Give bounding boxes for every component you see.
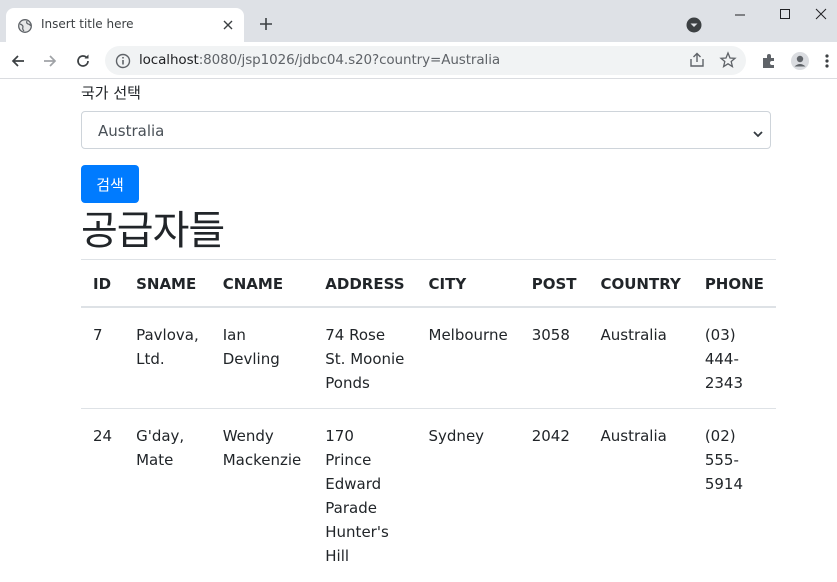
info-icon[interactable]: [115, 53, 131, 69]
bookmark-star-icon[interactable]: [719, 51, 737, 69]
cell-sname: G'day, Mate: [124, 408, 211, 581]
column-header-cname: CNAME: [210, 259, 314, 308]
kebab-menu-icon[interactable]: [823, 51, 837, 71]
column-header-country: COUNTRY: [588, 259, 693, 308]
minimize-icon[interactable]: [727, 6, 753, 26]
cell-id: 24: [81, 408, 125, 581]
cell-address: 74 Rose St. Moonie Ponds: [313, 306, 417, 409]
column-header-post: POST: [519, 259, 589, 308]
cell-city: Sydney: [416, 408, 520, 581]
url-host: localhost: [139, 52, 199, 68]
cell-cname: Ian Devling: [210, 306, 314, 409]
cell-id: 7: [81, 306, 125, 409]
page-title: 공급자들: [81, 208, 225, 254]
forward-arrow-icon[interactable]: [39, 50, 61, 72]
extensions-puzzle-icon[interactable]: [759, 51, 779, 71]
column-header-sname: SNAME: [124, 259, 211, 308]
table-row: 24 G'day, Mate Wendy Mackenzie 170 Princ…: [81, 408, 776, 581]
cell-city: Melbourne: [416, 306, 520, 409]
globe-icon: [18, 18, 32, 33]
country-select-label: 국가 선택: [81, 84, 141, 102]
chevron-down-icon: [752, 125, 764, 138]
reload-icon[interactable]: [72, 50, 94, 72]
cell-post: 3058: [519, 306, 589, 409]
back-arrow-icon[interactable]: [7, 50, 29, 72]
browser-tab[interactable]: Insert title here: [6, 8, 244, 42]
country-select[interactable]: Australia: [81, 111, 771, 149]
cell-phone: (02) 555-5914: [692, 408, 776, 581]
column-header-phone: PHONE: [692, 259, 776, 308]
url-text: localhost:8080/jsp1026/jdbc04.s20?countr…: [139, 52, 500, 68]
cell-address: 170 Prince Edward Parade Hunter's Hill: [313, 408, 417, 581]
cell-country: Australia: [588, 408, 693, 581]
cell-post: 2042: [519, 408, 589, 581]
suppliers-table: ID SNAME CNAME ADDRESS CITY POST COUNTRY…: [81, 259, 776, 581]
maximize-icon[interactable]: [772, 6, 798, 26]
tab-close-icon[interactable]: [219, 16, 237, 34]
share-icon[interactable]: [688, 51, 706, 69]
browser-toolbar: localhost:8080/jsp1026/jdbc04.s20?countr…: [0, 42, 837, 79]
cell-phone: (03) 444-2343: [692, 306, 776, 409]
url-path: :8080/jsp1026/jdbc04.s20?country=Austral…: [198, 52, 501, 68]
window-close-icon[interactable]: [808, 6, 834, 26]
cell-country: Australia: [588, 306, 693, 409]
tab-strip: Insert title here: [0, 0, 837, 42]
table-row: 7 Pavlova, Ltd. Ian Devling 74 Rose St. …: [81, 306, 776, 409]
table-header-row: ID SNAME CNAME ADDRESS CITY POST COUNTRY…: [81, 259, 776, 308]
cell-cname: Wendy Mackenzie: [210, 408, 314, 581]
cell-sname: Pavlova, Ltd.: [124, 306, 211, 409]
country-select-value: Australia: [98, 122, 165, 140]
column-header-address: ADDRESS: [313, 259, 417, 308]
address-bar[interactable]: localhost:8080/jsp1026/jdbc04.s20?countr…: [105, 46, 746, 75]
tab-search-icon[interactable]: [684, 15, 704, 35]
tab-title: Insert title here: [41, 17, 134, 31]
profile-avatar-icon[interactable]: [790, 51, 810, 71]
column-header-id: ID: [81, 259, 125, 308]
new-tab-icon[interactable]: [255, 13, 277, 35]
page-content: 국가 선택 Australia 검색 공급자들 ID SNAME CNAME A…: [0, 80, 837, 582]
column-header-city: CITY: [416, 259, 520, 308]
